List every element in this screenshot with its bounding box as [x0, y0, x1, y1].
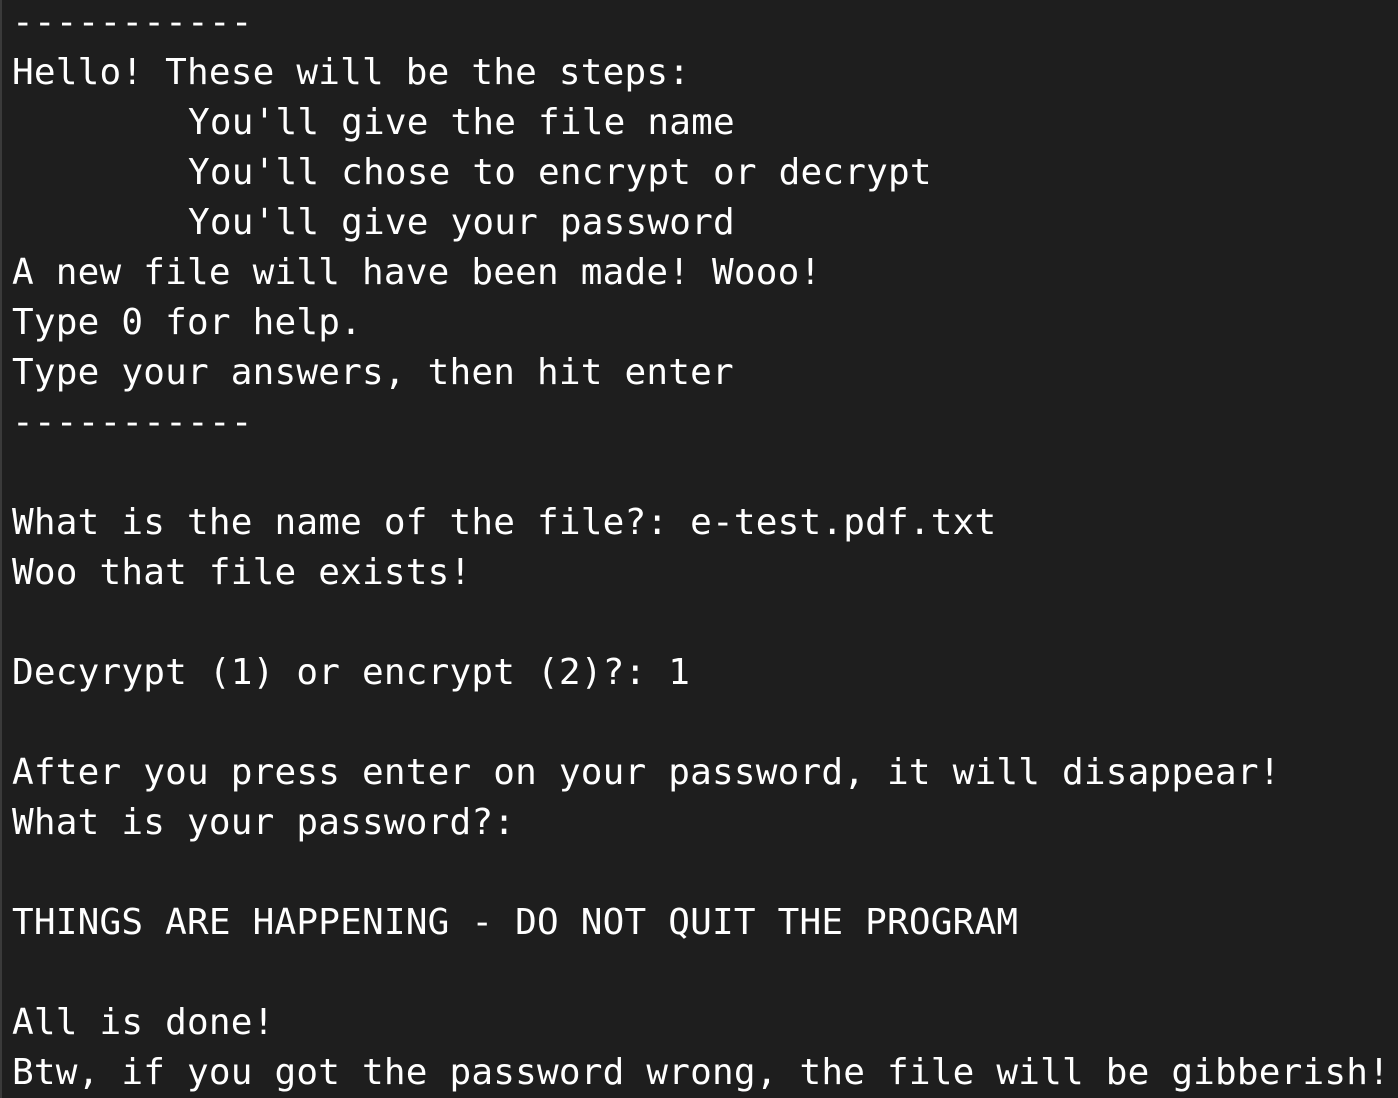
- prompt-line: Decyrypt (1) or encrypt (2)?: 1: [12, 652, 691, 693]
- output-line: After you press enter on your password, …: [12, 752, 1281, 793]
- output-line: Type 0 for help.: [12, 302, 362, 343]
- output-line: Woo that file exists!: [12, 552, 472, 593]
- output-line: A new file will have been made! Wooo!: [12, 252, 822, 293]
- separator-line: -----------: [12, 2, 253, 43]
- prompt-line: What is your password?:: [12, 802, 516, 843]
- output-line: Hello! These will be the steps:: [12, 52, 691, 93]
- prompt-line: What is the name of the file?: e-test.pd…: [12, 502, 997, 543]
- terminal-window[interactable]: ----------- Hello! These will be the ste…: [0, 0, 1398, 1098]
- output-line: Type your answers, then hit enter: [12, 352, 734, 393]
- output-line: You'll give the file name: [188, 102, 735, 143]
- output-line: All is done!: [12, 1002, 275, 1043]
- output-line: Btw, if you got the password wrong, the …: [12, 1052, 1391, 1093]
- output-line: You'll chose to encrypt or decrypt: [188, 152, 932, 193]
- output-line: You'll give your password: [188, 202, 735, 243]
- status-line: THINGS ARE HAPPENING - DO NOT QUIT THE P…: [12, 902, 1019, 943]
- separator-line: -----------: [12, 402, 253, 443]
